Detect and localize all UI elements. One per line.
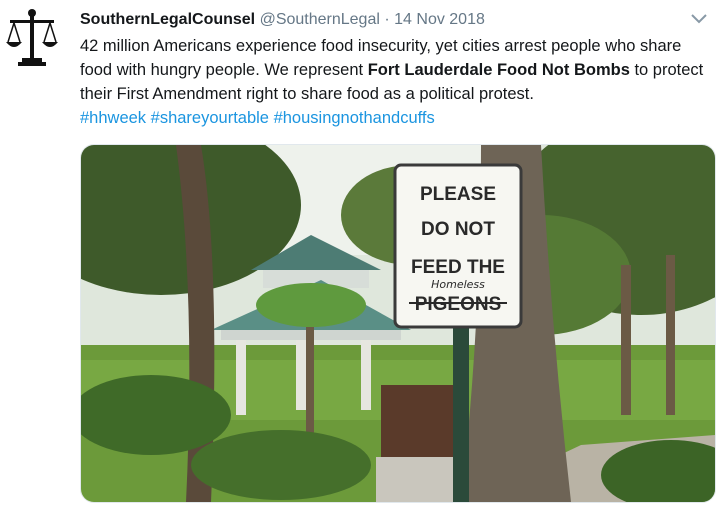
user-handle[interactable]: @SouthernLegal [260,11,380,28]
display-name[interactable]: SouthernLegalCounsel [80,11,255,28]
tweet-date[interactable]: 14 Nov 2018 [394,11,485,28]
avatar[interactable] [6,6,58,68]
hashtags: #hhweek #shareyourtable #housingnothandc… [80,109,435,127]
hashtag-link[interactable]: #housingnothandcuffs [274,109,435,127]
chevron-down-icon [691,14,707,24]
hashtag-link[interactable]: #shareyourtable [151,109,269,127]
sign-handwritten: Homeless [431,278,485,291]
hashtag-link[interactable]: #hhweek [80,109,146,127]
sign-line3: FEED THE [411,257,505,278]
sign-line1: PLEASE [420,184,496,205]
scales-of-justice-icon [6,9,58,66]
tweet-text-bold: Fort Lauderdale Food Not Bombs [367,61,630,79]
tweet-photo[interactable]: PLEASE DO NOT FEED THE Homeless PIGEONS [80,144,716,503]
park-sign-photo: PLEASE DO NOT FEED THE Homeless PIGEONS [81,145,715,502]
tweet-menu-button[interactable] [690,12,708,26]
tweet-text: 42 million Americans experience food ins… [80,34,715,130]
sign-line4: PIGEONS [415,294,502,315]
separator-dot: · [384,11,390,28]
tweet-header: SouthernLegalCounsel @SouthernLegal · 14… [80,9,485,31]
sign-line2: DO NOT [421,219,495,240]
